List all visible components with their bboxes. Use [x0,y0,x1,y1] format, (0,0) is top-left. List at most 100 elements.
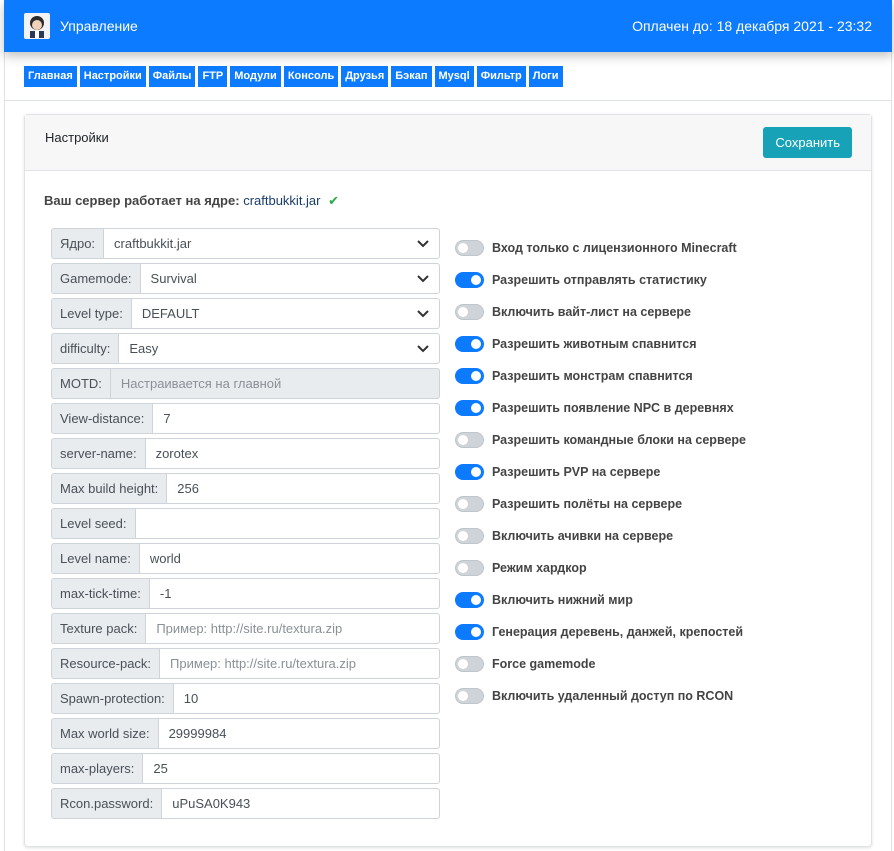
field-row: max-tick-time: -1 [51,578,440,609]
field-input[interactable]: 25 [142,753,440,784]
toggle-label: Генерация деревень, данжей, крепостей [492,625,744,639]
field-label: difficulty: [51,333,119,364]
toggle-label: Force gamemode [492,657,596,671]
field-input[interactable]: Пример: http://site.ru/textura.zip [159,648,440,679]
toggle-switch[interactable] [455,528,484,544]
field-select[interactable]: Survival [139,263,440,294]
nav-ftp[interactable]: FTP [198,66,228,87]
nav-settings[interactable]: Настройки [79,66,146,87]
toggle-switch[interactable] [455,432,484,448]
field-input[interactable]: Пример: http://site.ru/textura.zip [145,613,440,644]
core-info: Ваш сервер работает на ядре: craftbukkit… [44,193,339,209]
field-input[interactable]: 29999984 [157,718,440,749]
nav-modules[interactable]: Модули [230,66,281,87]
toggle-label: Разрешить отправлять статистику [492,273,707,287]
field-label: Max world size: [51,718,158,749]
divider [4,100,892,101]
field-select[interactable]: craftbukkit.jar [103,228,440,259]
field-input[interactable]: 7 [152,403,440,434]
app-title: Управление [60,18,138,34]
toggle-switch[interactable] [455,592,484,608]
field-row: Resource-pack: Пример: http://site.ru/tex… [51,648,440,679]
chevron-down-icon [417,272,429,286]
field-row: max-players: 25 [51,753,440,784]
field-label: Rcon.password: [51,788,162,819]
toggle-switch[interactable] [455,624,484,640]
toggle-switch[interactable] [455,656,484,672]
field-row: Rcon.password: uPuSA0K943 [51,788,440,819]
field-input[interactable]: uPuSA0K943 [161,788,440,819]
toggle-label: Разрешить появление NPC в деревнях [492,401,734,415]
save-button[interactable]: Сохранить [763,127,852,158]
nav-logs[interactable]: Логи [528,66,563,87]
field-row: Spawn-protection: 10 [51,683,440,714]
nav-mysql[interactable]: Mysql [434,66,474,87]
field-input-disabled: Настраивается на главной [109,368,440,399]
field-label: max-players: [51,753,143,784]
toggle-switch[interactable] [455,464,484,480]
field-row: Level name: world [51,543,440,574]
toggle-switch[interactable] [455,496,484,512]
toggle-switch[interactable] [455,336,484,352]
field-label: Level name: [51,543,139,574]
toggle-label: Разрешить командные блоки на сервере [492,433,746,447]
field-row: server-name: zorotex [51,438,440,469]
check-icon: ✔ [328,193,340,208]
toggle-label: Включить ачивки на сервере [492,529,674,543]
toggle-switch[interactable] [455,272,484,288]
nav-backup[interactable]: Бэкап [391,66,432,87]
core-value: craftbukkit.jar [243,193,321,208]
field-select[interactable]: Easy [118,333,440,364]
toggle-label: Режим хардкор [492,561,587,575]
toggle-switch[interactable] [455,400,484,416]
field-label: max-tick-time: [51,578,149,609]
toggle-switch[interactable] [455,368,484,384]
field-label: Level type: [51,298,131,329]
field-value: Survival [150,271,197,286]
settings-card: Настройки Сохранить Ваш сервер работает … [24,114,872,847]
toggle-switch[interactable] [455,240,484,256]
field-select[interactable]: DEFAULT [130,298,440,329]
field-input[interactable] [134,508,440,539]
field-row: Level seed: [51,508,440,539]
field-value: Easy [129,341,159,356]
toggle-row[interactable]: Включить удаленный доступ по RCON [455,676,746,716]
field-row: View-distance: 7 [51,403,440,434]
core-prefix: Ваш сервер работает на ядре: [44,193,240,208]
chevron-down-icon [417,237,429,251]
field-row: Texture pack: Пример: http://site.ru/text… [51,613,440,644]
chevron-down-icon [417,342,429,356]
brand[interactable]: Управление [24,13,138,39]
field-label: server-name: [51,438,145,469]
field-label: Max build height: [51,473,167,504]
nav-main[interactable]: Главная [24,66,77,87]
toggle-label: Включить вайт-лист на сервере [492,305,691,319]
toggle-switch[interactable] [455,560,484,576]
toggle-switch[interactable] [455,304,484,320]
settings-fields: Ядро: craftbukkit.jar Gamemode: Survival Lev… [51,228,440,823]
nav-filter[interactable]: Фильтр [476,66,526,87]
nav-friends[interactable]: Друзья [341,66,389,87]
field-input[interactable]: -1 [148,578,440,609]
field-row: Max world size: 29999984 [51,718,440,749]
top-bar: Управление Оплачен до: 18 декабря 2021 -… [4,0,892,52]
nav-console[interactable]: Консоль [283,66,339,87]
field-label: Texture pack: [51,613,146,644]
field-row: Max build height: 256 [51,473,440,504]
field-input[interactable]: 10 [172,683,440,714]
field-input[interactable]: zorotex [144,438,440,469]
field-row: Level type: DEFAULT [51,298,440,329]
field-label: Ядро: [51,228,104,259]
toggle-label: Включить нижний мир [492,593,633,607]
toggle-label: Разрешить полёты на сервере [492,497,683,511]
field-label: Spawn-protection: [51,683,173,714]
toggle-switch[interactable] [455,688,484,704]
chevron-down-icon [417,307,429,321]
field-input[interactable]: world [138,543,440,574]
nav-files[interactable]: Файлы [148,66,196,87]
toggle-label: Вход только с лицензионного Minecraft [492,241,737,255]
field-label: MOTD: [51,368,110,399]
paid-until: Оплачен до: 18 декабря 2021 - 23:32 [632,18,872,34]
avatar [24,13,50,39]
field-input[interactable]: 256 [166,473,440,504]
